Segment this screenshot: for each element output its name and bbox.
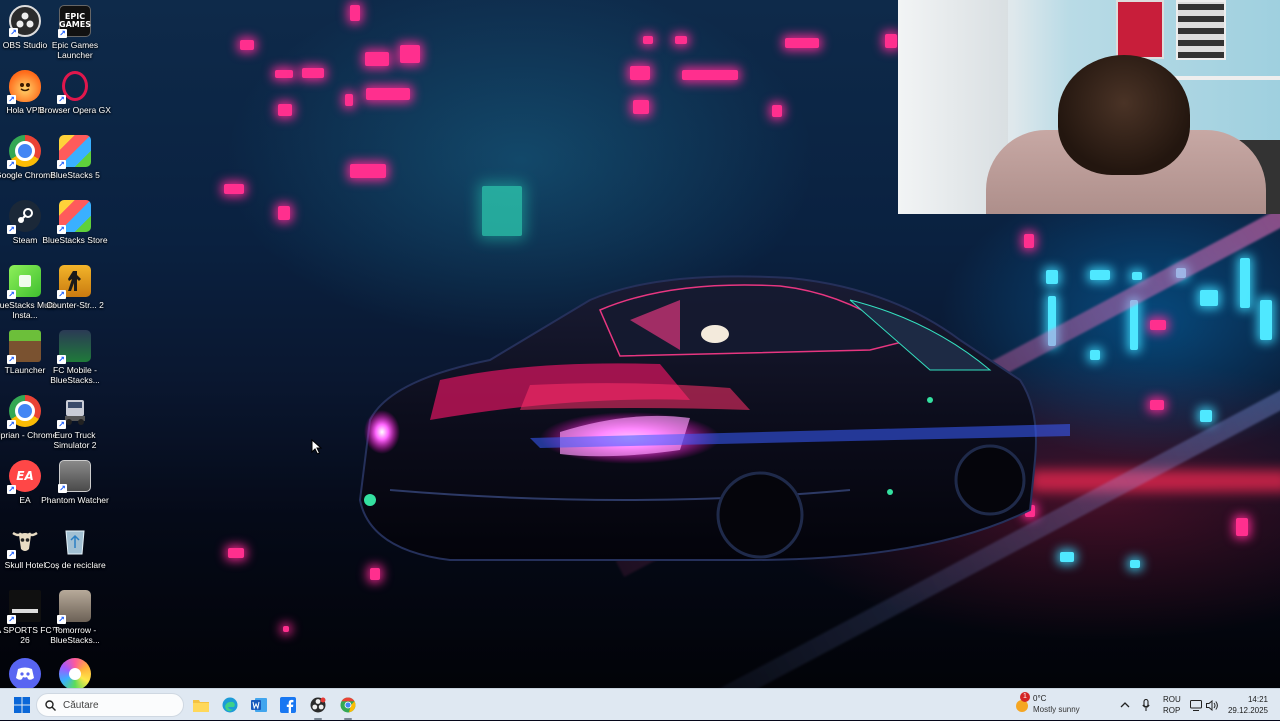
phantom-watcher-icon: ↗ [58, 460, 91, 493]
windows-logo-icon [14, 697, 30, 713]
weather-widget[interactable]: 1 0°C Mostly sunny [1012, 689, 1102, 721]
desktop-icon-label: Counter-Str... 2 [46, 300, 104, 310]
color-wheel-icon [59, 658, 91, 690]
file-explorer-icon [193, 700, 209, 712]
tomorrow-icon: ↗ [57, 590, 91, 624]
start-button[interactable] [8, 689, 36, 721]
bluestacks-icon: ↗ [57, 135, 91, 169]
word-icon [251, 698, 267, 712]
desktop-icon-label: Browser Opera GX [39, 105, 111, 115]
desktop-icon-label: Coș de reciclare [44, 560, 106, 570]
epic-logo-text: EPIC GAMES [59, 12, 91, 29]
chrome-icon: ↗ [7, 135, 41, 169]
taskbar-file-explorer[interactable] [190, 689, 212, 721]
desktop-icon-label: BlueStacks 5 [50, 170, 100, 180]
webcam-poster [1116, 0, 1164, 59]
chrome-taskbar-icon [340, 697, 356, 713]
steam-icon: ↗ [7, 200, 41, 234]
facebook-icon [280, 697, 296, 713]
recycle-bin-icon [59, 525, 91, 557]
search-icon [45, 699, 56, 711]
network-icon[interactable] [1189, 697, 1203, 713]
webcam-person-head [1058, 55, 1190, 175]
ea-icon: EA ↗ [7, 460, 41, 494]
desktop-icon-fc-mobile[interactable]: ↗ FC Mobile - BlueStacks... [50, 330, 100, 385]
language-bottom: ROP [1163, 706, 1181, 715]
bluestacks-multi-icon: ↗ [7, 265, 41, 299]
fc-mobile-icon: ↗ [57, 330, 91, 364]
desktop-icon-epic-games[interactable]: EPIC GAMES ↗ Epic Games Launcher [50, 5, 100, 60]
discord-icon [9, 658, 41, 690]
desktop-icon-label: FC Mobile - BlueStacks... [50, 365, 100, 385]
desktop-icon-bluestacks-multi[interactable]: ↗ BlueStacks Multi-Insta... [0, 265, 58, 320]
desktop-icon-counter-strike[interactable]: ↗ Counter-Str... 2 [46, 265, 104, 310]
clock[interactable]: 14:21 29.12.2025 [1222, 689, 1278, 721]
language-indicator[interactable]: ROU ROP [1160, 689, 1186, 721]
skull-hotel-icon: ↗ [7, 525, 41, 559]
counter-strike-icon: ↗ [57, 265, 91, 299]
taskbar-edge[interactable] [219, 689, 241, 721]
desktop-icon-phantom-watcher[interactable]: ↗ Phantom Watcher [41, 460, 109, 505]
edge-icon [222, 697, 238, 713]
chrome-profile-icon: ↗ [7, 395, 41, 429]
volume-icon[interactable] [1205, 697, 1219, 713]
bluestacks-store-icon: ↗ [57, 200, 91, 234]
taskbar-chrome[interactable] [336, 689, 360, 721]
desktop-icon-opera-gx[interactable]: ↗ Browser Opera GX [39, 70, 111, 115]
desktop-icon-label: Epic Games Launcher [51, 40, 99, 60]
taskbar: Căutare 1 0°C Mostly sunny ROU ROP 14:21… [0, 688, 1280, 720]
taskbar-search-box[interactable]: Căutare [36, 693, 184, 717]
weather-temperature: 0°C [1033, 694, 1047, 703]
weather-description: Mostly sunny [1033, 705, 1080, 714]
language-top: ROU [1163, 695, 1181, 704]
clock-date: 29.12.2025 [1227, 706, 1268, 715]
tlauncher-icon: ↗ [7, 330, 41, 364]
car-illustration [358, 275, 1070, 561]
search-placeholder: Căutare [63, 699, 99, 711]
microphone-icon[interactable] [1139, 697, 1153, 713]
desktop-icon-euro-truck[interactable]: ↗ Euro Truck Simulator 2 [50, 395, 100, 450]
epic-games-icon: EPIC GAMES ↗ [58, 5, 91, 38]
webcam-photo-frame [1176, 0, 1226, 60]
obs-icon: ↗ [9, 5, 41, 37]
obs-taskbar-icon [310, 697, 326, 713]
ea-logo-text: EA [16, 469, 34, 483]
euro-truck-icon: ↗ [57, 395, 91, 429]
desktop-icon-tomorrow[interactable]: ↗ Tomorrow - BlueStacks... [50, 590, 100, 645]
desktop-icon-label: BlueStacks Store [42, 235, 108, 245]
taskbar-word[interactable] [248, 689, 270, 721]
weather-alert-badge: 1 [1020, 692, 1030, 702]
desktop-icon-label: Tomorrow - BlueStacks... [50, 625, 100, 645]
opera-gx-icon: ↗ [57, 70, 91, 104]
show-hidden-icons-chevron-up-icon[interactable] [1118, 697, 1132, 713]
mouse-cursor-icon [311, 439, 323, 455]
ea-sports-fc-icon: ↗ [7, 590, 41, 624]
desktop-icon-bluestacks-5[interactable]: ↗ BlueStacks 5 [50, 135, 100, 180]
hola-vpn-icon: ↗ [7, 70, 41, 104]
webcam-shelf [1168, 76, 1280, 80]
taskbar-obs[interactable] [306, 689, 330, 721]
desktop-icon-recycle-bin[interactable]: Coș de reciclare [44, 525, 106, 570]
desktop-icon-label: Euro Truck Simulator 2 [53, 430, 97, 450]
webcam-overlay [898, 0, 1280, 214]
clock-time: 14:21 [1247, 695, 1268, 704]
desktop-icon-label: Phantom Watcher [41, 495, 109, 505]
desktop-icon-bluestacks-store[interactable]: ↗ BlueStacks Store [42, 200, 108, 245]
taskbar-facebook[interactable] [277, 689, 299, 721]
